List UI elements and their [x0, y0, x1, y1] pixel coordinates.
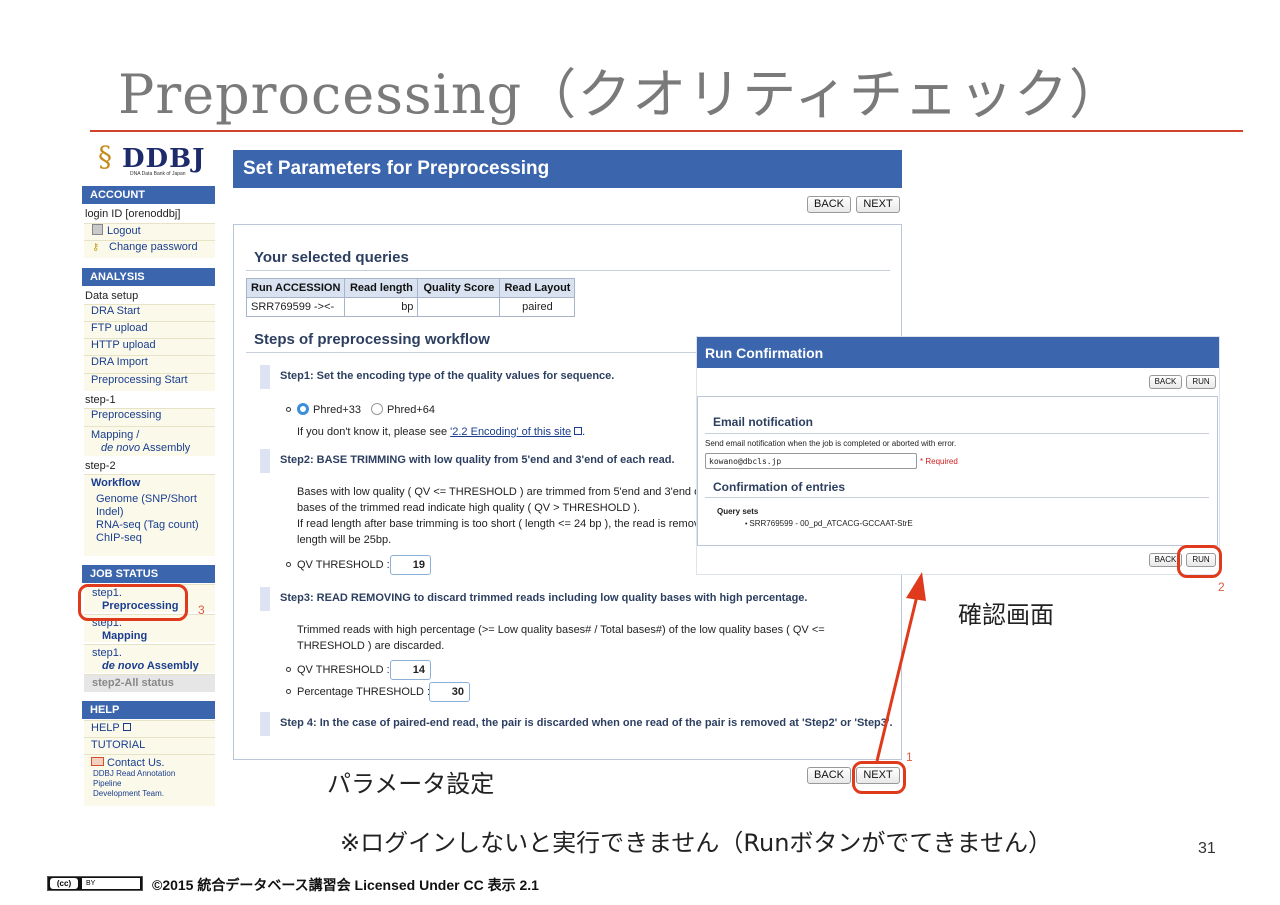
cc-license-badge: (cc) BY: [47, 876, 143, 891]
login-note: ※ログインしないと実行できません（Runボタンがでてきません）: [340, 829, 1052, 857]
params-caption: パラメータ設定: [327, 770, 495, 798]
confirm-caption: 確認画面: [958, 601, 1054, 629]
flow-arrow: [875, 572, 926, 762]
footer-copyright: ©2015 統合データベース講習会 Licensed Under CC 表示 2…: [152, 877, 539, 893]
page-number: 31: [1198, 840, 1216, 857]
